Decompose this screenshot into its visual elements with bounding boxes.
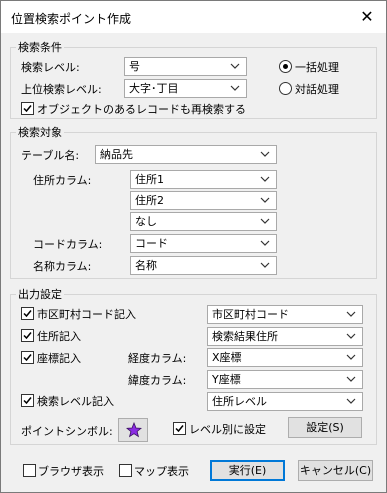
address-column-2-select[interactable]: 住所2 xyxy=(130,191,277,210)
per-level-checkbox[interactable] xyxy=(173,422,186,435)
code-column-value: コード xyxy=(135,237,168,250)
code-column-select[interactable]: コード xyxy=(130,234,277,253)
chevron-down-icon xyxy=(346,393,358,410)
latitude-column-select[interactable]: Y座標 xyxy=(207,370,363,389)
search-conditions-legend: 検索条件 xyxy=(16,39,64,55)
browser-display-label: ブラウザ表示 xyxy=(38,465,104,478)
level-output-value: 住所レベル xyxy=(212,395,267,408)
address-column-3-value: なし xyxy=(135,215,157,228)
map-display-checkbox[interactable] xyxy=(119,464,132,477)
point-symbol-button[interactable] xyxy=(118,418,148,442)
table-name-label: テーブル名: xyxy=(21,149,80,162)
research-checkbox-label: オブジェクトのあるレコードも再検索する xyxy=(37,103,246,116)
chevron-down-icon xyxy=(230,58,242,75)
longitude-column-label: 経度カラム: xyxy=(128,352,187,365)
chevron-down-icon xyxy=(260,146,272,163)
name-column-select[interactable]: 名称 xyxy=(130,256,277,275)
search-level-select[interactable]: 号 xyxy=(124,57,247,76)
run-button[interactable]: 実行(E) xyxy=(210,460,285,481)
name-column-value: 名称 xyxy=(135,259,157,272)
level-output-select[interactable]: 住所レベル xyxy=(207,392,363,411)
coordinate-checkbox[interactable] xyxy=(21,351,34,364)
upper-level-value: 大字･丁目 xyxy=(129,82,179,95)
radio-interactive-processing[interactable] xyxy=(279,82,292,95)
search-level-label: 検索レベル: xyxy=(21,61,80,74)
search-level-checkbox-label: 検索レベル記入 xyxy=(37,395,114,408)
output-settings-legend: 出力設定 xyxy=(16,286,64,302)
chevron-down-icon xyxy=(346,328,358,345)
address-column-1-value: 住所1 xyxy=(135,173,164,186)
radio-bulk-processing[interactable] xyxy=(279,60,292,73)
window-title: 位置検索ポイント作成 xyxy=(11,12,132,26)
search-target-legend: 検索対象 xyxy=(16,124,64,140)
chevron-down-icon xyxy=(346,349,358,366)
city-code-select[interactable]: 市区町村コード xyxy=(207,305,363,324)
settings-button[interactable]: 設定(S) xyxy=(288,417,362,438)
close-icon[interactable]: ✕ xyxy=(356,6,378,28)
address-checkbox-label: 住所記入 xyxy=(37,330,81,343)
chevron-down-icon xyxy=(260,235,272,252)
title-bar: 位置検索ポイント作成 ✕ xyxy=(1,1,386,33)
latitude-column-value: Y座標 xyxy=(212,373,241,386)
upper-level-label: 上位検索レベル: xyxy=(21,83,102,96)
coordinate-checkbox-label: 座標記入 xyxy=(37,352,81,365)
search-level-value: 号 xyxy=(129,60,140,73)
chevron-down-icon xyxy=(346,371,358,388)
address-checkbox[interactable] xyxy=(21,329,34,342)
chevron-down-icon xyxy=(260,213,272,230)
dialog-window: 位置検索ポイント作成 ✕ 検索条件 検索レベル: 号 上位検索レベル: 大字･丁… xyxy=(0,0,387,493)
address-column-3-select[interactable]: なし xyxy=(130,212,277,231)
point-symbol-label: ポイントシンボル: xyxy=(21,425,113,438)
chevron-down-icon xyxy=(346,306,358,323)
city-code-checkbox-label: 市区町村コード記入 xyxy=(37,308,136,321)
longitude-column-select[interactable]: X座標 xyxy=(207,348,363,367)
cancel-button[interactable]: キャンセル(C) xyxy=(298,460,373,481)
upper-level-select[interactable]: 大字･丁目 xyxy=(124,79,247,98)
star-icon xyxy=(126,422,142,438)
longitude-column-value: X座標 xyxy=(212,351,242,364)
table-name-value: 納品先 xyxy=(100,148,133,161)
table-name-select[interactable]: 納品先 xyxy=(95,145,277,164)
map-display-label: マップ表示 xyxy=(134,465,189,478)
address-output-value: 検索結果住所 xyxy=(212,330,278,343)
address-column-2-value: 住所2 xyxy=(135,194,164,207)
address-column-1-select[interactable]: 住所1 xyxy=(130,170,277,189)
name-column-label: 名称カラム: xyxy=(33,260,92,273)
chevron-down-icon xyxy=(230,80,242,97)
city-code-value: 市区町村コード xyxy=(212,308,289,321)
radio-interactive-label: 対話処理 xyxy=(295,83,339,96)
address-output-select[interactable]: 検索結果住所 xyxy=(207,327,363,346)
chevron-down-icon xyxy=(260,192,272,209)
code-column-label: コードカラム: xyxy=(33,238,103,251)
research-checkbox[interactable] xyxy=(21,102,34,115)
city-code-checkbox[interactable] xyxy=(21,307,34,320)
chevron-down-icon xyxy=(260,257,272,274)
chevron-down-icon xyxy=(260,171,272,188)
address-column-label: 住所カラム: xyxy=(33,174,92,187)
browser-display-checkbox[interactable] xyxy=(23,464,36,477)
per-level-checkbox-label: レベル別に設定 xyxy=(189,423,266,436)
search-level-checkbox[interactable] xyxy=(21,394,34,407)
radio-bulk-label: 一括処理 xyxy=(295,61,339,74)
latitude-column-label: 緯度カラム: xyxy=(128,374,187,387)
